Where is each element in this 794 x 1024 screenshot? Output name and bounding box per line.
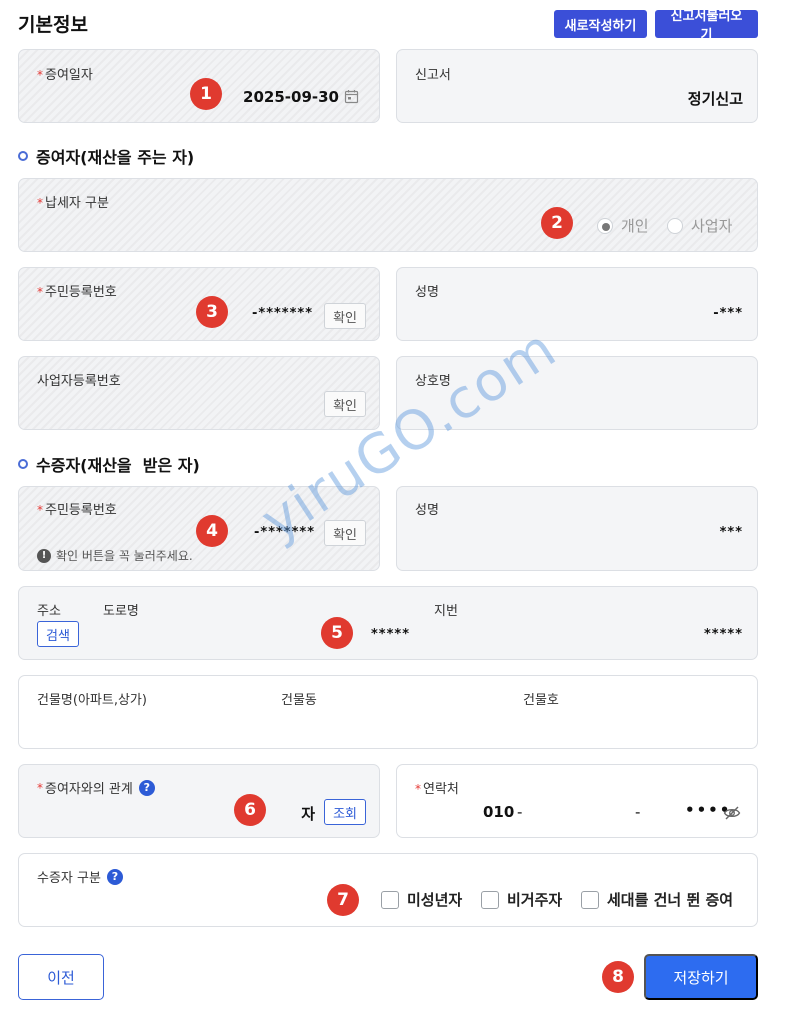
step-badge-8: 8 xyxy=(602,961,634,993)
building-dong-label: 건물동 xyxy=(281,693,317,708)
step-badge-4: 4 xyxy=(196,515,228,547)
donee-name-card: 성명 *** xyxy=(396,486,758,571)
gift-date-label: * 증여일자 xyxy=(37,68,93,83)
donor-name-card: 성명 -*** xyxy=(396,267,758,341)
donee-name-label: 성명 xyxy=(415,503,439,518)
step-badge-1: 1 xyxy=(190,78,222,110)
contact-card: * 연락처 010 - - •••• xyxy=(396,764,758,838)
step-badge-3: 3 xyxy=(196,296,228,328)
donee-type-card: 수증자 구분? 미성년자 비거주자 세대를 건너 뛴 증여 xyxy=(18,853,758,927)
donee-resident-no-value: -******* xyxy=(254,525,315,540)
calendar-icon[interactable] xyxy=(344,89,359,104)
lot-address-label: 지번 xyxy=(434,604,458,619)
radio-dot-icon xyxy=(597,217,613,234)
taxpayer-type-label: * 납세자 구분 xyxy=(37,196,109,211)
checkbox-icon xyxy=(481,890,499,909)
road-address-value: ***** xyxy=(371,627,410,642)
donee-type-label: 수증자 구분? xyxy=(37,867,123,886)
checkbox-icon xyxy=(381,890,399,909)
relation-lookup-button[interactable]: 조회 xyxy=(324,799,366,825)
donor-name-value: -*** xyxy=(713,306,743,321)
step-badge-2: 2 xyxy=(541,207,573,239)
confirm-notice: ! 확인 버튼을 꼭 눌러주세요. xyxy=(37,547,193,564)
radio-dot-icon xyxy=(667,217,683,234)
donor-resident-no-value: -******* xyxy=(252,306,313,321)
donee-name-value: *** xyxy=(719,525,743,540)
radio-business[interactable]: 사업자 xyxy=(667,215,732,236)
previous-button[interactable]: 이전 xyxy=(18,954,104,1000)
relation-value: 자 xyxy=(301,805,315,823)
check-generation-skip[interactable]: 세대를 건너 뛴 증여 xyxy=(581,889,733,910)
contact-label: * 연락처 xyxy=(415,782,459,797)
business-no-card: 사업자등록번호 확인 xyxy=(18,356,380,430)
building-card[interactable]: 건물명(아파트,상가) 건물동 건물호 xyxy=(18,675,758,749)
donee-resident-confirm-button[interactable]: 확인 xyxy=(324,520,366,546)
step-badge-6: 6 xyxy=(234,794,266,826)
gift-date-value[interactable]: 2025-09-30 xyxy=(243,88,339,106)
donor-name-label: 성명 xyxy=(415,285,439,300)
address-label: 주소 xyxy=(37,604,61,619)
step-badge-5: 5 xyxy=(321,617,353,649)
step-badge-7: 7 xyxy=(327,884,359,916)
contact-prefix[interactable]: 010 xyxy=(483,803,514,821)
page-title: 기본정보 xyxy=(18,14,88,36)
donor-resident-no-label: * 주민등록번호 xyxy=(37,285,117,300)
address-search-button[interactable]: 검색 xyxy=(37,621,79,647)
building-ho-label: 건물호 xyxy=(523,693,559,708)
eye-off-icon[interactable] xyxy=(723,805,741,821)
donor-resident-confirm-button[interactable]: 확인 xyxy=(324,303,366,329)
road-address-label: 도로명 xyxy=(103,604,139,619)
section-ring-icon xyxy=(18,151,28,161)
donor-section-title: 증여자(재산을 주는 자) xyxy=(18,144,194,168)
help-icon[interactable]: ? xyxy=(138,779,155,796)
donee-section-title: 수증자(재산을 받은 자) xyxy=(18,452,200,476)
relation-card: * 증여자와의 관계? 자 조회 xyxy=(18,764,380,838)
company-name-card: 상호명 xyxy=(396,356,758,430)
report-type-value: 정기신고 xyxy=(687,90,743,108)
company-name-label: 상호명 xyxy=(415,374,451,389)
check-minor[interactable]: 미성년자 xyxy=(381,889,462,910)
donee-resident-no-label: * 주민등록번호 xyxy=(37,503,117,518)
contact-separator-1: - xyxy=(517,803,523,821)
radio-individual[interactable]: 개인 xyxy=(597,215,649,236)
relation-label: * 증여자와의 관계? xyxy=(37,778,155,797)
business-no-label: 사업자등록번호 xyxy=(37,374,121,389)
section-ring-icon xyxy=(18,459,28,469)
lot-address-value: ***** xyxy=(704,627,743,642)
business-no-confirm-button[interactable]: 확인 xyxy=(324,391,366,417)
info-icon: ! xyxy=(37,548,51,563)
address-card: 주소 도로명 지번 검색 ***** ***** xyxy=(18,586,758,660)
report-type-card: 신고서 정기신고 xyxy=(396,49,758,123)
taxpayer-type-card: * 납세자 구분 개인 사업자 xyxy=(18,178,758,252)
contact-separator-2: - xyxy=(635,803,641,821)
report-type-label: 신고서 xyxy=(415,68,451,83)
check-nonresident[interactable]: 비거주자 xyxy=(481,889,562,910)
building-name-label: 건물명(아파트,상가) xyxy=(37,693,147,708)
load-report-button[interactable]: 신고서불러오기 xyxy=(655,8,758,42)
new-form-button[interactable]: 새로작성하기 xyxy=(554,10,647,38)
save-button[interactable]: 저장하기 xyxy=(644,954,758,1000)
checkbox-icon xyxy=(581,890,599,909)
help-icon[interactable]: ? xyxy=(106,868,123,885)
